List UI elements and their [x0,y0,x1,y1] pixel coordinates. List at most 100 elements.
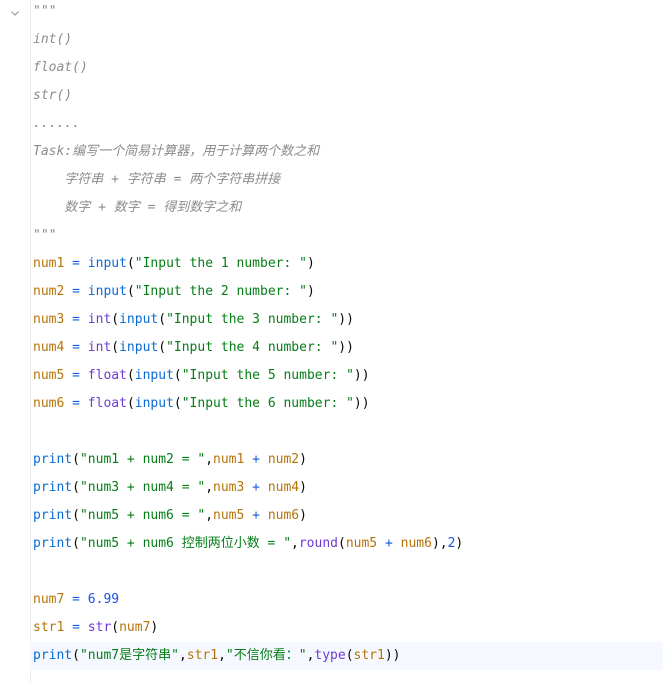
code-token: "num5 + num6 = " [79,508,206,523]
code-token: "num5 + num6 控制两位小数 = " [79,536,292,551]
code-token: float() [33,60,88,75]
code-token: ) [306,284,315,299]
code-token: str [87,620,112,635]
code-token: , [205,480,214,495]
code-token: ( [72,648,80,663]
code-line[interactable]: num1 = input("Input the 1 number: ") [33,250,315,278]
code-token: "Input the 3 number: " [166,312,339,327]
code-line[interactable]: num6 = float(input("Input the 6 number: … [33,390,370,418]
code-token: int() [33,32,73,47]
code-token: )) [338,340,354,355]
code-line[interactable]: """ [33,222,56,250]
code-token: ...... [33,116,80,131]
code-line[interactable]: int() [33,26,72,54]
code-token: "Input the 1 number: " [134,256,307,271]
code-token: ( [158,312,167,327]
code-line[interactable]: num5 = float(input("Input the 5 number: … [33,362,370,390]
code-line[interactable]: 字符串 + 字符串 = 两个字符串拼接 [33,166,280,194]
code-editor[interactable]: """ int() float() str()...... Task:编写一个简易计算器… [0,0,663,682]
code-token: float [87,396,127,411]
code-token: str1 [33,620,65,635]
code-token: num4 [33,340,65,355]
code-token: type [314,648,346,663]
code-token: num3 [213,480,245,495]
code-token: "num3 + num4 = " [79,480,206,495]
code-token: num3 [33,312,65,327]
code-line[interactable]: num4 = int(input("Input the 4 number: ")… [33,334,354,362]
code-token: ( [126,368,135,383]
code-token: ) [299,508,307,523]
code-token: input [119,312,159,327]
code-token: num5 [213,508,245,523]
code-token: ( [72,536,80,551]
code-token: = [64,592,88,607]
code-line[interactable]: print("num1 + num2 = ",num1 + num2) [33,446,307,474]
code-token: ( [72,452,80,467]
code-token: ( [126,396,135,411]
code-token: , [218,648,226,663]
code-token: input [87,284,127,299]
code-token: num6 [267,508,300,523]
code-token: ( [72,480,80,495]
code-token: ( [111,340,120,355]
code-line[interactable]: num2 = input("Input the 2 number: ") [33,278,315,306]
code-line[interactable]: float() [33,54,88,82]
code-token: int [87,340,112,355]
code-token: print [33,452,73,467]
code-token: "Input the 5 number: " [181,368,354,383]
code-token: num7 [33,592,65,607]
chevron-down-icon[interactable] [9,7,21,19]
code-token: , [205,452,214,467]
code-token: input [119,340,159,355]
code-token: + [244,480,268,495]
code-token: )) [353,368,370,383]
indent-guide [30,0,31,682]
code-line[interactable]: """ [33,0,56,26]
code-token: )) [338,312,354,327]
code-token: "Input the 6 number: " [181,396,354,411]
code-token: = [64,620,88,635]
code-token: int [87,312,112,327]
code-token: float [87,368,127,383]
code-line[interactable]: print("num5 + num6 控制两位小数 = ",round(num5… [33,530,463,558]
code-token: ) [455,536,464,551]
code-token: 数字 + 数字 = 得到数字之和 [33,200,242,215]
code-line[interactable]: 数字 + 数字 = 得到数字之和 [33,194,241,222]
code-token: str() [33,88,73,103]
code-token: ), [431,536,448,551]
code-token: = [64,284,88,299]
code-token: num1 [33,256,65,271]
code-token: )) [353,396,370,411]
code-token: num7 [119,620,151,635]
code-token: )) [384,648,401,663]
code-token: = [64,396,88,411]
code-token: = [64,340,88,355]
code-token: = [64,312,88,327]
code-token: ) [306,256,315,271]
code-line[interactable]: str1 = str(num7) [33,614,158,642]
code-line[interactable]: print("num3 + num4 = ",num3 + num4) [33,474,307,502]
code-token: print [33,536,73,551]
code-token: print [33,648,73,663]
code-line[interactable]: Task:编写一个简易计算器，用于计算两个数之和 [33,138,319,166]
code-token: + [377,536,401,551]
code-token: ( [126,256,135,271]
code-token: ( [72,508,80,523]
code-line[interactable]: num7 = 6.99 [33,586,119,614]
code-token: 字符串 + 字符串 = 两个字符串拼接 [33,172,281,187]
code-token: "Input the 2 number: " [134,284,307,299]
code-token: = [64,256,88,271]
code-token: ( [111,312,120,327]
code-token: """ [33,4,57,19]
code-token: str1 [186,648,219,663]
code-token: ) [299,480,307,495]
code-line[interactable]: ...... [33,110,80,138]
code-line[interactable]: print("num5 + num6 = ",num5 + num6) [33,502,307,530]
code-line[interactable]: str() [33,82,72,110]
code-token: input [87,256,127,271]
code-token: ( [345,648,354,663]
code-token: input [134,396,174,411]
code-line[interactable]: num3 = int(input("Input the 3 number: ")… [33,306,354,334]
code-line[interactable]: print("num7是字符串",str1,"不信你看：",type(str1)… [30,642,663,670]
code-token: num4 [267,480,300,495]
